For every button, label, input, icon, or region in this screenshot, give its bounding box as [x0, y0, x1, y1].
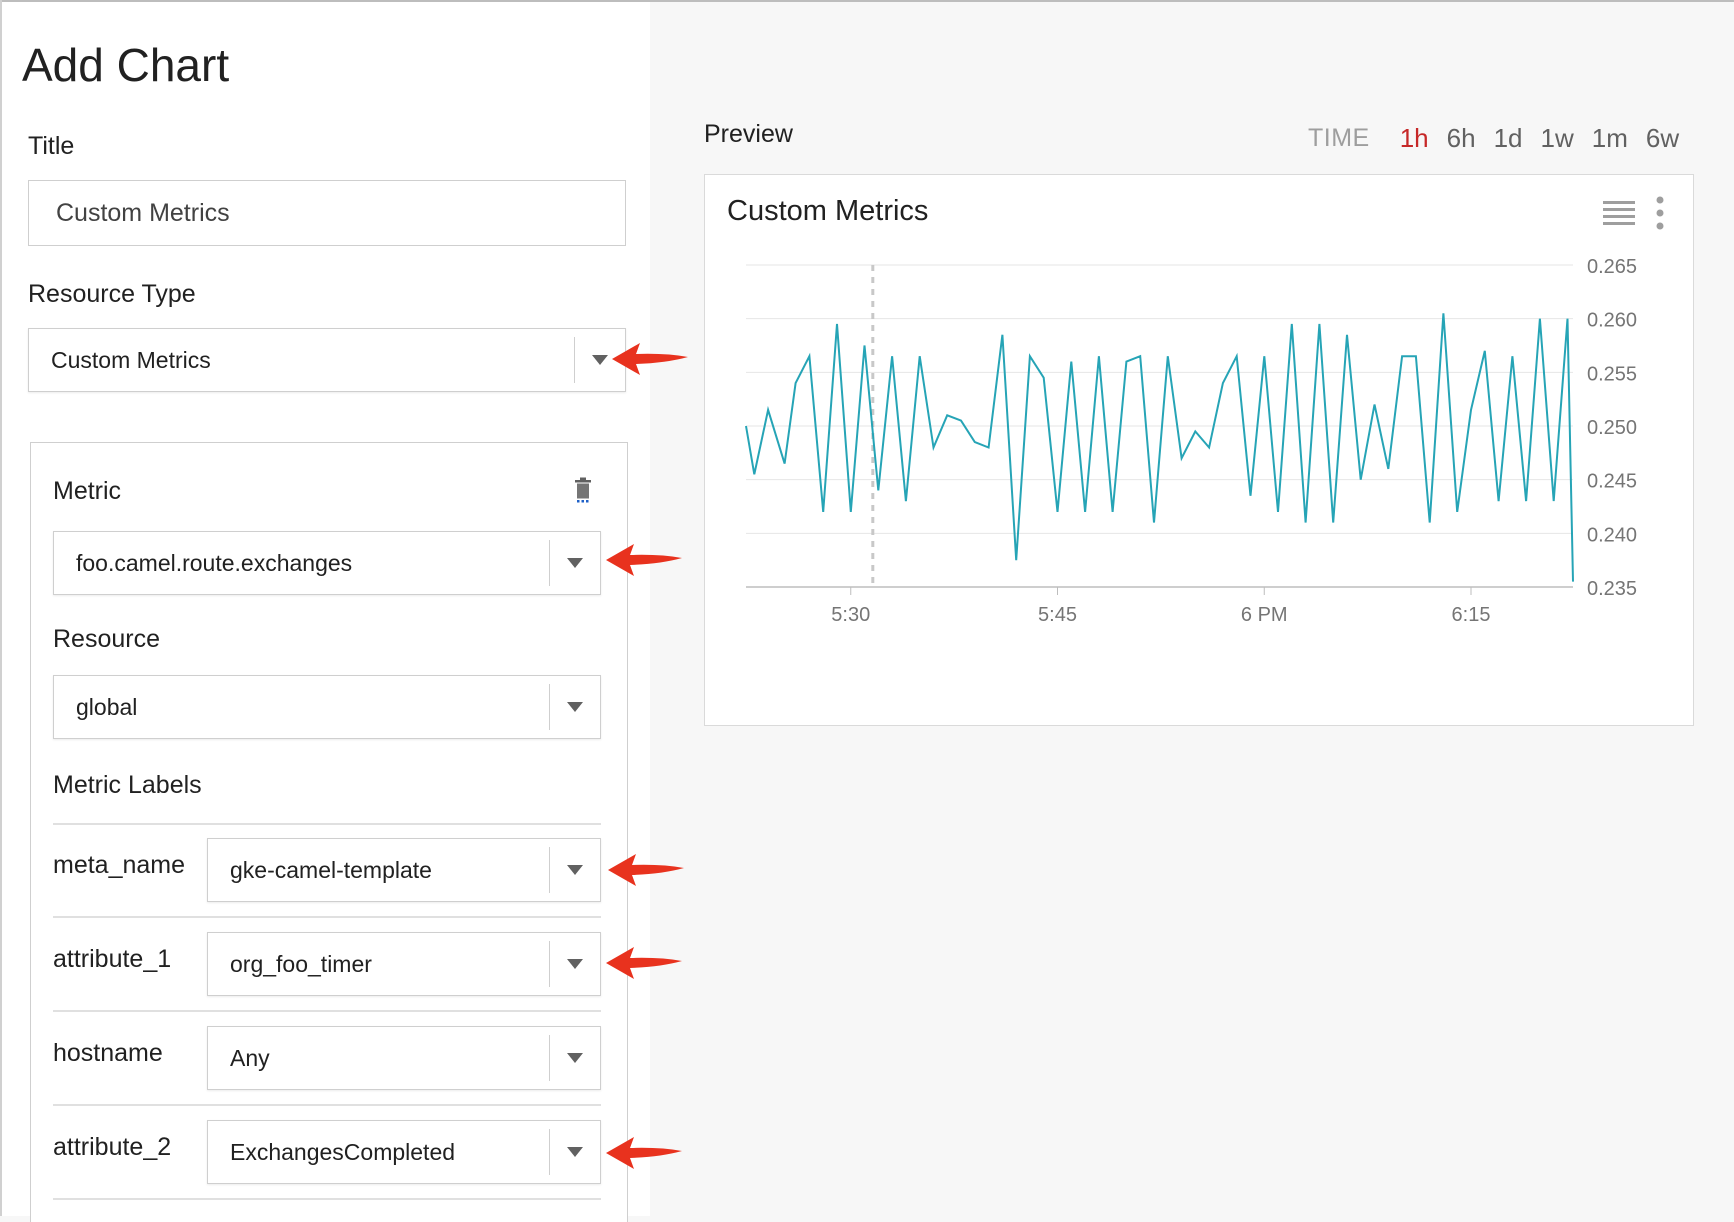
- select-divider: [549, 1129, 550, 1175]
- y-tick-label: 0.240: [1587, 524, 1637, 546]
- line-chart: 0.265 0.260 0.255 0.250 0.245 0.240 0.235 5:30 5…: [745, 256, 1637, 626]
- time-caption: TIME: [1308, 123, 1370, 152]
- metric-label: Metric: [53, 477, 122, 505]
- divider: [53, 1010, 601, 1012]
- trash-icon[interactable]: [573, 477, 593, 503]
- chevron-down-icon: [592, 355, 608, 365]
- label-name-attribute-2: attribute_2: [53, 1133, 172, 1161]
- x-tick-label: 5:30: [831, 604, 870, 626]
- page-title: Add Chart: [22, 39, 230, 91]
- resource-label: Resource: [53, 625, 160, 653]
- metric-value: foo.camel.route.exchanges: [76, 549, 353, 576]
- select-divider: [549, 540, 550, 586]
- resource-type-label: Resource Type: [28, 280, 196, 308]
- y-tick-label: 0.255: [1587, 363, 1637, 385]
- label-name-attribute-1: attribute_1: [53, 945, 172, 973]
- divider: [53, 1104, 601, 1106]
- y-tick-label: 0.265: [1587, 256, 1637, 278]
- divider: [53, 916, 601, 918]
- series-line: [745, 313, 1574, 582]
- range-6h[interactable]: 6h: [1447, 123, 1476, 154]
- left-border: [0, 0, 2, 1216]
- chevron-down-icon: [567, 1053, 583, 1063]
- red-arrow-icon: [606, 544, 682, 576]
- attribute-1-select[interactable]: org_foo_timer: [207, 932, 601, 996]
- divider: [53, 1198, 601, 1200]
- range-1h[interactable]: 1h: [1400, 123, 1429, 154]
- label-name-meta-name: meta_name: [53, 851, 186, 879]
- preview-label: Preview: [704, 120, 793, 148]
- x-tick-label: 6 PM: [1241, 604, 1288, 626]
- meta-name-value: gke-camel-template: [230, 856, 432, 883]
- metric-card: Metric foo.camel.route.exchanges Resourc…: [30, 442, 628, 1222]
- chevron-down-icon: [567, 558, 583, 568]
- metric-select[interactable]: foo.camel.route.exchanges: [53, 531, 601, 595]
- select-divider: [549, 684, 550, 730]
- y-tick-label: 0.245: [1587, 471, 1637, 493]
- range-1w[interactable]: 1w: [1540, 123, 1573, 154]
- red-arrow-icon: [606, 1137, 682, 1169]
- chevron-down-icon: [567, 702, 583, 712]
- resource-type-select[interactable]: Custom Metrics: [28, 328, 626, 392]
- y-tick-label: 0.235: [1587, 578, 1637, 600]
- select-divider: [549, 847, 550, 893]
- x-tick-label: 6:15: [1452, 604, 1491, 626]
- hostname-value: Any: [230, 1044, 270, 1071]
- attribute-2-value: ExchangesCompleted: [230, 1138, 456, 1165]
- chevron-down-icon: [567, 959, 583, 969]
- divider: [53, 823, 601, 825]
- range-1d[interactable]: 1d: [1494, 123, 1523, 154]
- select-divider: [549, 1035, 550, 1081]
- attribute-1-value: org_foo_timer: [230, 950, 372, 977]
- hostname-select[interactable]: Any: [207, 1026, 601, 1090]
- title-input[interactable]: [28, 180, 626, 246]
- x-tick-label: 5:45: [1038, 604, 1077, 626]
- resource-type-value: Custom Metrics: [51, 346, 211, 373]
- y-tick-label: 0.260: [1587, 310, 1637, 332]
- add-chart-form: Add Chart Title Resource Type Custom Met…: [2, 2, 650, 1222]
- chevron-down-icon: [567, 865, 583, 875]
- resource-value: global: [76, 693, 138, 720]
- time-range-selector: TIME 1h 6h 1d 1w 1m 6w: [1308, 122, 1697, 154]
- chart-preview-card: Custom Metrics 0.265 0.260 0.255 0.250 0.245…: [704, 174, 1694, 726]
- chevron-down-icon: [567, 1147, 583, 1157]
- attribute-2-select[interactable]: ExchangesCompleted: [207, 1120, 601, 1184]
- meta-name-select[interactable]: gke-camel-template: [207, 838, 601, 902]
- y-tick-label: 0.250: [1587, 417, 1637, 439]
- range-6w[interactable]: 6w: [1646, 123, 1679, 154]
- select-divider: [574, 337, 575, 383]
- title-label: Title: [28, 132, 75, 160]
- red-arrow-icon: [606, 947, 682, 979]
- red-arrow-icon: [608, 854, 684, 886]
- range-1m[interactable]: 1m: [1592, 123, 1628, 154]
- select-divider: [549, 941, 550, 987]
- resource-select[interactable]: global: [53, 675, 601, 739]
- metric-labels-heading: Metric Labels: [53, 771, 202, 799]
- red-arrow-icon: [612, 343, 688, 375]
- label-name-hostname: hostname: [53, 1039, 163, 1067]
